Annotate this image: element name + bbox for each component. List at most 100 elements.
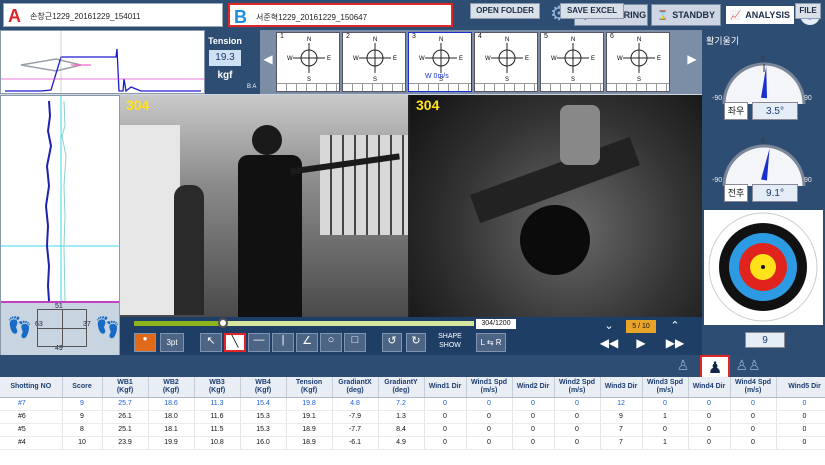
svg-text:W: W <box>419 56 425 62</box>
col-header[interactable]: Wind3 Dir <box>600 377 643 398</box>
table-header: Shotting NO Score WB1 (Kgf) WB2 (Kgf) WB3 (K… <box>0 377 825 398</box>
timeline-handle[interactable] <box>218 318 228 328</box>
col-header[interactable]: Wind2 Spd (m/s) <box>554 377 601 398</box>
compass-icon: NSW E <box>353 37 397 83</box>
tilt-title: 활기울기 <box>706 36 740 46</box>
pt-button[interactable]: 3pt <box>160 333 184 352</box>
chevron-left-icon[interactable]: ◀ <box>262 52 274 72</box>
table-cell: 9 <box>600 410 643 424</box>
session-b-tab[interactable]: B 서준혁1229_20161229_150647 <box>228 3 453 27</box>
frame-counter: 304/1200 <box>476 319 516 329</box>
table-cell: 23.9 <box>102 436 149 450</box>
table-cell: 25.1 <box>102 423 149 437</box>
col-header[interactable]: Tension (Kgf) <box>286 377 333 398</box>
table-cell: 4.8 <box>332 397 379 411</box>
table-cell: 10.8 <box>194 436 241 450</box>
table-row[interactable]: #6 9 26.1 18.0 11.6 15.3 19.1 -7.9 1.3 0 0 0 0 9 1 0 0 0 <box>0 410 825 424</box>
table-cell: 0 <box>776 436 825 450</box>
table-row[interactable]: #4 10 23.9 19.9 10.8 16.0 18.9 -6.1 4.9 0 0 0 0 7 1 0 0 0 <box>0 436 825 450</box>
circle-tool[interactable]: ○ <box>320 333 342 352</box>
archery-target <box>704 210 823 325</box>
pointer-tool[interactable]: ↖ <box>200 333 222 352</box>
table-row[interactable]: #5 8 25.1 18.1 11.5 15.3 18.9 -7.7 8.4 0 0 0 0 7 0 0 0 0 <box>0 423 825 437</box>
standby-label: STANDBY <box>672 10 716 20</box>
col-header[interactable]: WB4 (Kgf) <box>240 377 287 398</box>
record-button[interactable]: ● <box>134 333 156 352</box>
fast-forward-icon[interactable]: ▶▶ <box>660 336 690 353</box>
col-header[interactable]: Wind1 Dir <box>424 377 467 398</box>
wind-cell-5[interactable]: 5NSWE <box>540 32 604 92</box>
standby-button[interactable]: ⌛ STANDBY <box>651 4 721 26</box>
rewind-icon[interactable]: ◀◀ <box>594 336 624 353</box>
redo-icon[interactable]: ↻ <box>406 333 426 352</box>
hourglass-icon: ⌛ <box>656 9 669 20</box>
undo-icon[interactable]: ↺ <box>382 333 402 352</box>
col-header[interactable]: Wind4 Spd (m/s) <box>730 377 777 398</box>
col-header[interactable]: Wind1 Spd (m/s) <box>466 377 513 398</box>
col-header[interactable]: Score <box>62 377 103 398</box>
table-cell: -7.9 <box>332 410 379 424</box>
session-b-name: 서준혁1229_20161229_150647 <box>256 13 368 22</box>
score-cell: 9 <box>62 410 103 424</box>
svg-text:E: E <box>393 56 397 62</box>
session-a-letter: A <box>8 6 21 26</box>
col-header[interactable]: Wind2 Dir <box>512 377 555 398</box>
shape-show-button[interactable]: SHAPE SHOW <box>430 332 470 354</box>
col-header[interactable]: GradiantY (deg) <box>378 377 425 398</box>
table-cell: 0 <box>554 423 601 437</box>
svg-text:90: 90 <box>804 177 812 184</box>
svg-text:E: E <box>591 56 595 62</box>
table-cell: 0 <box>512 436 555 450</box>
col-header[interactable]: Shotting NO <box>0 377 63 398</box>
table-cell: 18.1 <box>148 423 195 437</box>
line-tool[interactable]: ╲ <box>224 333 246 352</box>
table-cell: 0 <box>554 410 601 424</box>
ba-indicator: B A <box>245 30 260 94</box>
col-header[interactable]: GradiantX (deg) <box>332 377 379 398</box>
table-cell: 1.3 <box>378 410 425 424</box>
table-cell: 8.4 <box>378 423 425 437</box>
rect-tool[interactable]: □ <box>344 333 366 352</box>
hline-tool[interactable]: — <box>248 333 270 352</box>
table-cell: 0 <box>688 423 731 437</box>
col-header[interactable]: WB1 (Kgf) <box>102 377 149 398</box>
table-cell: 19.9 <box>148 436 195 450</box>
vline-tool[interactable]: | <box>272 333 294 352</box>
col-header[interactable]: WB2 (Kgf) <box>148 377 195 398</box>
session-a-tab[interactable]: A 손창근1229_20161229_154011 <box>3 3 223 27</box>
wind-cell-4[interactable]: 4NSWE <box>474 32 538 92</box>
archer-icon[interactable]: ♙ <box>672 357 694 376</box>
table-cell: 18.6 <box>148 397 195 411</box>
col-header[interactable]: Wind4 Dir <box>688 377 731 398</box>
lr-swap-button[interactable]: L ⇆ R <box>476 333 506 352</box>
col-header[interactable]: Wind5 Dir <box>776 377 825 398</box>
svg-text:90: 90 <box>804 95 812 102</box>
svg-text:N: N <box>307 37 311 43</box>
open-folder-button[interactable]: OPEN FOLDER <box>470 3 540 19</box>
chevron-double-down-icon[interactable]: ⌄ <box>594 319 624 334</box>
wind-cell-3[interactable]: 3NSWEW 0m/s <box>408 32 472 92</box>
angle-tool[interactable]: ∠ <box>296 333 318 352</box>
team-icon[interactable]: ♙♙ <box>734 357 762 376</box>
table-cell: 0 <box>512 397 555 411</box>
table-cell: 0 <box>466 423 513 437</box>
analysis-button[interactable]: 📈 ANALYSIS <box>724 4 796 26</box>
tension-unit: kgf <box>217 70 233 81</box>
wind-cell-2[interactable]: 2NSWE <box>342 32 406 92</box>
tension-graph-svg <box>1 31 206 95</box>
chevron-double-up-icon[interactable]: ⌃ <box>660 319 690 334</box>
table-row[interactable]: #7 9 25.7 18.6 11.3 15.4 19.8 4.8 7.2 0 0 0 0 12 0 0 0 0 <box>0 397 825 411</box>
play-icon[interactable]: ▶ <box>626 336 656 353</box>
table-cell: 0 <box>776 410 825 424</box>
table-cell: 11.5 <box>194 423 241 437</box>
chevron-right-icon[interactable]: ▶ <box>686 52 698 72</box>
wind-cell-6[interactable]: 6NSWE <box>606 32 670 92</box>
file-button[interactable]: FILE <box>795 3 821 19</box>
save-excel-button[interactable]: SAVE EXCEL <box>560 3 624 19</box>
col-header[interactable]: Wind3 Spd (m/s) <box>642 377 689 398</box>
wind-cell-1[interactable]: 1NSWE <box>276 32 340 92</box>
analysis-label: ANALYSIS <box>745 10 790 20</box>
video-frame-side[interactable]: 304 <box>120 95 408 317</box>
video-frame-top[interactable]: 304 <box>410 95 702 317</box>
col-header[interactable]: WB3 (Kgf) <box>194 377 241 398</box>
